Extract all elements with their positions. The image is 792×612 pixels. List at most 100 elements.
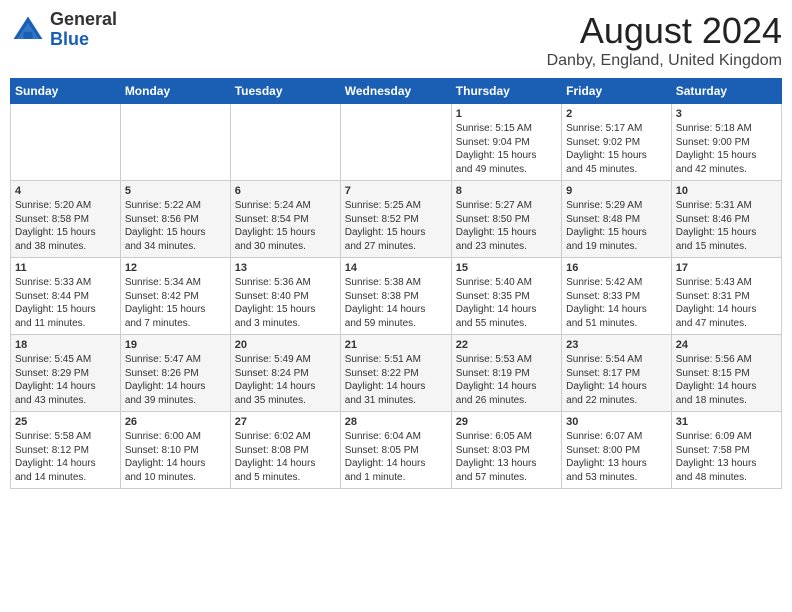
day-info: Sunrise: 5:20 AM Sunset: 8:58 PM Dayligh… [15,199,116,253]
day-number: 20 [235,339,336,351]
calendar-table: SundayMondayTuesdayWednesdayThursdayFrid… [10,78,782,489]
day-number: 14 [345,262,447,274]
calendar-cell: 8 Sunrise: 5:27 AM Sunset: 8:50 PM Daylig… [451,181,561,258]
day-info: Sunrise: 6:05 AM Sunset: 8:03 PM Dayligh… [456,430,557,484]
calendar-cell: 3 Sunrise: 5:18 AM Sunset: 9:00 PM Daylig… [671,104,781,181]
col-header-wednesday: Wednesday [340,79,451,104]
day-info: Sunrise: 5:24 AM Sunset: 8:54 PM Dayligh… [235,199,336,253]
month-year: August 2024 [547,10,782,52]
day-number: 29 [456,416,557,428]
day-number: 10 [676,185,777,197]
day-number: 17 [676,262,777,274]
day-number: 26 [125,416,226,428]
day-number: 30 [566,416,667,428]
calendar-header-row: SundayMondayTuesdayWednesdayThursdayFrid… [11,79,782,104]
calendar-cell: 31 Sunrise: 6:09 AM Sunset: 7:58 PM Dayli… [671,412,781,489]
day-number: 5 [125,185,226,197]
calendar-cell: 2 Sunrise: 5:17 AM Sunset: 9:02 PM Daylig… [562,104,672,181]
calendar-cell: 17 Sunrise: 5:43 AM Sunset: 8:31 PM Dayli… [671,258,781,335]
day-number: 28 [345,416,447,428]
logo-text: General Blue [50,10,117,50]
calendar-cell: 19 Sunrise: 5:47 AM Sunset: 8:26 PM Dayli… [120,335,230,412]
col-header-friday: Friday [562,79,672,104]
day-number: 12 [125,262,226,274]
calendar-cell: 28 Sunrise: 6:04 AM Sunset: 8:05 PM Dayli… [340,412,451,489]
calendar-cell: 21 Sunrise: 5:51 AM Sunset: 8:22 PM Dayli… [340,335,451,412]
calendar-cell: 5 Sunrise: 5:22 AM Sunset: 8:56 PM Daylig… [120,181,230,258]
calendar-cell: 16 Sunrise: 5:42 AM Sunset: 8:33 PM Dayli… [562,258,672,335]
day-info: Sunrise: 5:47 AM Sunset: 8:26 PM Dayligh… [125,353,226,407]
day-info: Sunrise: 5:27 AM Sunset: 8:50 PM Dayligh… [456,199,557,253]
day-number: 27 [235,416,336,428]
calendar-cell: 6 Sunrise: 5:24 AM Sunset: 8:54 PM Daylig… [230,181,340,258]
day-number: 4 [15,185,116,197]
calendar-cell: 29 Sunrise: 6:05 AM Sunset: 8:03 PM Dayli… [451,412,561,489]
calendar-cell: 27 Sunrise: 6:02 AM Sunset: 8:08 PM Dayli… [230,412,340,489]
day-info: Sunrise: 5:34 AM Sunset: 8:42 PM Dayligh… [125,276,226,330]
day-info: Sunrise: 5:15 AM Sunset: 9:04 PM Dayligh… [456,122,557,176]
calendar-week-2: 4 Sunrise: 5:20 AM Sunset: 8:58 PM Daylig… [11,181,782,258]
day-number: 31 [676,416,777,428]
day-info: Sunrise: 5:49 AM Sunset: 8:24 PM Dayligh… [235,353,336,407]
col-header-monday: Monday [120,79,230,104]
day-info: Sunrise: 5:33 AM Sunset: 8:44 PM Dayligh… [15,276,116,330]
day-number: 23 [566,339,667,351]
calendar-cell: 20 Sunrise: 5:49 AM Sunset: 8:24 PM Dayli… [230,335,340,412]
day-info: Sunrise: 5:42 AM Sunset: 8:33 PM Dayligh… [566,276,667,330]
location: Danby, England, United Kingdom [547,52,782,70]
calendar-cell: 30 Sunrise: 6:07 AM Sunset: 8:00 PM Dayli… [562,412,672,489]
day-info: Sunrise: 5:45 AM Sunset: 8:29 PM Dayligh… [15,353,116,407]
col-header-tuesday: Tuesday [230,79,340,104]
day-number: 25 [15,416,116,428]
day-number: 16 [566,262,667,274]
col-header-sunday: Sunday [11,79,121,104]
col-header-thursday: Thursday [451,79,561,104]
day-info: Sunrise: 6:02 AM Sunset: 8:08 PM Dayligh… [235,430,336,484]
day-info: Sunrise: 6:00 AM Sunset: 8:10 PM Dayligh… [125,430,226,484]
day-info: Sunrise: 5:54 AM Sunset: 8:17 PM Dayligh… [566,353,667,407]
calendar-cell: 25 Sunrise: 5:58 AM Sunset: 8:12 PM Dayli… [11,412,121,489]
calendar-week-5: 25 Sunrise: 5:58 AM Sunset: 8:12 PM Dayli… [11,412,782,489]
day-number: 11 [15,262,116,274]
calendar-cell: 22Sunrise: 5:53 AM Sunset: 8:19 PM Dayli… [451,335,561,412]
day-number: 8 [456,185,557,197]
day-info: Sunrise: 5:36 AM Sunset: 8:40 PM Dayligh… [235,276,336,330]
logo: General Blue [10,10,117,50]
calendar-cell: 23 Sunrise: 5:54 AM Sunset: 8:17 PM Dayli… [562,335,672,412]
day-info: Sunrise: 5:51 AM Sunset: 8:22 PM Dayligh… [345,353,447,407]
day-info: Sunrise: 6:04 AM Sunset: 8:05 PM Dayligh… [345,430,447,484]
calendar-cell: 10Sunrise: 5:31 AM Sunset: 8:46 PM Dayli… [671,181,781,258]
calendar-cell: 9 Sunrise: 5:29 AM Sunset: 8:48 PM Daylig… [562,181,672,258]
calendar-cell [230,104,340,181]
day-number: 9 [566,185,667,197]
calendar-cell: 7Sunrise: 5:25 AM Sunset: 8:52 PM Daylig… [340,181,451,258]
day-number: 13 [235,262,336,274]
calendar-cell: 12 Sunrise: 5:34 AM Sunset: 8:42 PM Dayli… [120,258,230,335]
day-number: 21 [345,339,447,351]
day-number: 7 [345,185,447,197]
day-info: Sunrise: 6:09 AM Sunset: 7:58 PM Dayligh… [676,430,777,484]
day-number: 18 [15,339,116,351]
day-number: 19 [125,339,226,351]
day-info: Sunrise: 6:07 AM Sunset: 8:00 PM Dayligh… [566,430,667,484]
calendar-week-1: 1Sunrise: 5:15 AM Sunset: 9:04 PM Daylig… [11,104,782,181]
calendar-cell: 18 Sunrise: 5:45 AM Sunset: 8:29 PM Dayli… [11,335,121,412]
calendar-cell: 11 Sunrise: 5:33 AM Sunset: 8:44 PM Dayli… [11,258,121,335]
calendar-cell: 4 Sunrise: 5:20 AM Sunset: 8:58 PM Daylig… [11,181,121,258]
day-number: 22 [456,339,557,351]
day-info: Sunrise: 5:43 AM Sunset: 8:31 PM Dayligh… [676,276,777,330]
day-info: Sunrise: 5:58 AM Sunset: 8:12 PM Dayligh… [15,430,116,484]
calendar-cell: 1Sunrise: 5:15 AM Sunset: 9:04 PM Daylig… [451,104,561,181]
day-info: Sunrise: 5:18 AM Sunset: 9:00 PM Dayligh… [676,122,777,176]
day-number: 3 [676,108,777,120]
calendar-cell: 26 Sunrise: 6:00 AM Sunset: 8:10 PM Dayli… [120,412,230,489]
col-header-saturday: Saturday [671,79,781,104]
day-number: 6 [235,185,336,197]
day-info: Sunrise: 5:40 AM Sunset: 8:35 PM Dayligh… [456,276,557,330]
day-info: Sunrise: 5:22 AM Sunset: 8:56 PM Dayligh… [125,199,226,253]
day-number: 2 [566,108,667,120]
day-info: Sunrise: 5:17 AM Sunset: 9:02 PM Dayligh… [566,122,667,176]
calendar-cell: 24Sunrise: 5:56 AM Sunset: 8:15 PM Dayli… [671,335,781,412]
calendar-week-3: 11 Sunrise: 5:33 AM Sunset: 8:44 PM Dayli… [11,258,782,335]
day-info: Sunrise: 5:29 AM Sunset: 8:48 PM Dayligh… [566,199,667,253]
